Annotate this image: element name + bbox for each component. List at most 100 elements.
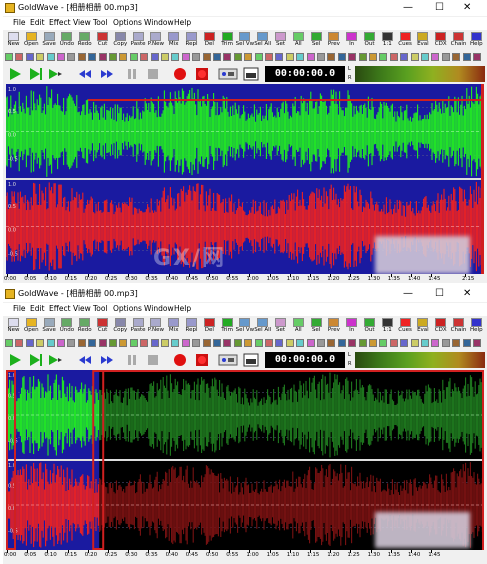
toolbar-button-cues[interactable]: Cues	[396, 31, 415, 51]
menu-file[interactable]: File	[13, 18, 26, 27]
effect-icon[interactable]	[265, 53, 273, 61]
effect-icon[interactable]	[306, 339, 315, 347]
toolbar-button-redo[interactable]: Redo	[75, 31, 94, 51]
toolbar-button-cdx[interactable]: CDX	[431, 31, 450, 51]
effect-icon[interactable]	[421, 53, 429, 61]
menu-window[interactable]: Window	[144, 304, 174, 313]
toolbar-button-save[interactable]: Save	[40, 317, 59, 337]
close-button[interactable]: ✕	[463, 2, 471, 14]
effect-icon[interactable]	[452, 339, 461, 347]
toolbar-button-mix[interactable]: Mix	[164, 317, 183, 337]
effect-icon[interactable]	[306, 53, 315, 61]
effect-icon[interactable]	[150, 339, 159, 347]
effect-icon[interactable]	[358, 53, 367, 61]
effect-icon[interactable]	[462, 53, 471, 61]
rewind-icon[interactable]	[78, 353, 92, 367]
toolbar-button-prev[interactable]: Prev	[324, 317, 343, 337]
toolbar-button-sel-vw[interactable]: Sel Vw	[235, 31, 254, 51]
play-selection-icon[interactable]	[28, 67, 42, 81]
stop-icon[interactable]	[146, 67, 160, 81]
effect-icon[interactable]	[140, 339, 149, 347]
toolbar-button-chain[interactable]: Chain	[449, 31, 468, 51]
fast-forward-icon[interactable]	[100, 67, 114, 81]
effect-icon[interactable]	[441, 339, 450, 347]
toolbar-button-new[interactable]: New	[4, 31, 23, 51]
minimize-button[interactable]: —	[403, 2, 413, 14]
maximize-button[interactable]: ☐	[435, 288, 444, 300]
effect-icon[interactable]	[202, 339, 211, 347]
meter-icon[interactable]	[243, 67, 259, 81]
effect-icon[interactable]	[452, 53, 461, 61]
effect-icon[interactable]	[410, 53, 419, 61]
toolbar-button-all[interactable]: All	[289, 31, 308, 51]
toolbar-button-trim[interactable]: Trim	[218, 31, 237, 51]
effect-icon[interactable]	[254, 339, 263, 347]
effect-icon[interactable]	[254, 53, 263, 61]
effect-icon[interactable]	[421, 339, 429, 347]
play-icon[interactable]	[8, 353, 22, 367]
maximize-button[interactable]: ☐	[435, 2, 444, 14]
effect-icon[interactable]	[223, 53, 232, 61]
menu-tool[interactable]: Tool	[93, 304, 108, 313]
menu-help[interactable]: Help	[174, 18, 191, 27]
pause-icon[interactable]	[125, 67, 139, 81]
effect-icon[interactable]	[67, 339, 76, 347]
effect-icon[interactable]	[244, 339, 253, 347]
effect-icon[interactable]	[98, 339, 107, 347]
toolbar-button-repl[interactable]: Repl	[182, 317, 201, 337]
effect-icon[interactable]	[181, 53, 190, 61]
effect-icon[interactable]	[25, 339, 34, 347]
effect-icon[interactable]	[400, 53, 409, 61]
toolbar-button-1-1[interactable]: 1:1	[378, 317, 397, 337]
effect-icon[interactable]	[473, 53, 481, 61]
effect-icon[interactable]	[109, 53, 117, 61]
toolbar-button-out[interactable]: Out	[360, 317, 379, 337]
effect-icon[interactable]	[348, 339, 357, 347]
effect-icon[interactable]	[181, 339, 190, 347]
effect-icon[interactable]	[46, 339, 55, 347]
effect-icon[interactable]	[296, 339, 305, 347]
toolbar-button-all[interactable]: All	[289, 317, 308, 337]
effect-icon[interactable]	[369, 53, 377, 61]
toolbar-button-1-1[interactable]: 1:1	[378, 31, 397, 51]
toolbar-button-in[interactable]: In	[342, 317, 361, 337]
effect-icon[interactable]	[462, 339, 471, 347]
toolbar-button-eval[interactable]: Eval	[413, 317, 432, 337]
effect-icon[interactable]	[161, 53, 169, 61]
menu-tool[interactable]: Tool	[93, 18, 108, 27]
effect-icon[interactable]	[5, 339, 13, 347]
effect-icon[interactable]	[410, 339, 419, 347]
toolbar-button-del[interactable]: Del	[200, 317, 219, 337]
effect-icon[interactable]	[431, 339, 440, 347]
effect-icon[interactable]	[379, 339, 388, 347]
toolbar-button-sel-vw[interactable]: Sel Vw	[235, 317, 254, 337]
effect-icon[interactable]	[15, 53, 24, 61]
effect-icon[interactable]	[140, 53, 149, 61]
effect-icon[interactable]	[98, 53, 107, 61]
toolbar-button-redo[interactable]: Redo	[75, 317, 94, 337]
effect-icon[interactable]	[265, 339, 273, 347]
effect-icon[interactable]	[275, 53, 284, 61]
play-from-icon[interactable]	[48, 353, 62, 367]
effect-icon[interactable]	[213, 339, 221, 347]
effect-icon[interactable]	[348, 53, 357, 61]
effect-icon[interactable]	[129, 53, 138, 61]
effect-icon[interactable]	[369, 339, 377, 347]
toolbar-button-copy[interactable]: Copy	[111, 31, 130, 51]
toolbar-button-out[interactable]: Out	[360, 31, 379, 51]
stop-icon[interactable]	[146, 353, 160, 367]
effect-icon[interactable]	[25, 53, 34, 61]
settings-icon[interactable]	[218, 353, 238, 367]
effect-icon[interactable]	[129, 339, 138, 347]
toolbar-button-copy[interactable]: Copy	[111, 317, 130, 337]
toolbar-button-new[interactable]: New	[4, 317, 23, 337]
effect-icon[interactable]	[275, 339, 284, 347]
effect-icon[interactable]	[213, 53, 221, 61]
meter-icon[interactable]	[243, 353, 259, 367]
effect-icon[interactable]	[473, 339, 481, 347]
toolbar-button-undo[interactable]: Undo	[57, 31, 76, 51]
menu-file[interactable]: File	[13, 304, 26, 313]
play-selection-icon[interactable]	[28, 353, 42, 367]
effect-icon[interactable]	[46, 53, 55, 61]
menu-help[interactable]: Help	[174, 304, 191, 313]
